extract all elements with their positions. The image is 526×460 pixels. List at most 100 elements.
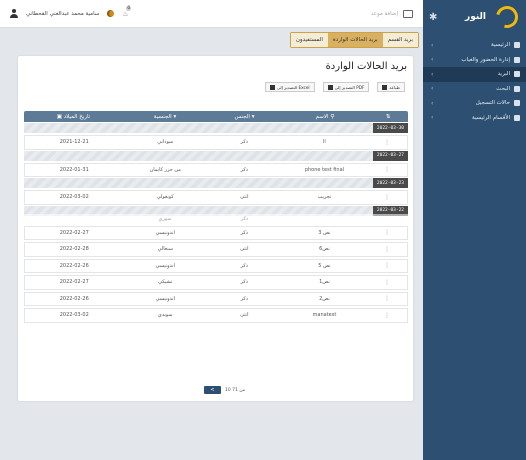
tab-inbox[interactable]: بريد الحالات الواردة [327, 33, 383, 47]
more-options-icon[interactable]: ⋮ [384, 246, 390, 253]
export-excel-label: التصدير إلى Excel [276, 84, 310, 90]
sidebar-item-label: الرئيسية [491, 42, 510, 49]
table-body: 2022-03-30 2021-12-21 سوداني ذكر ll ⋮ 2022-03-… [24, 123, 408, 323]
cell-nationality: كونغولي [156, 194, 174, 201]
table-row[interactable]: 2022-03-02 سويدي أنثى manatest ⋮ [24, 308, 408, 323]
sidebar: ✱ النور ‹ الرئيسية ‹ إدارة الحضور والغياب ‹ ا… [423, 0, 526, 460]
header-nationality-label: الجنسية [153, 113, 172, 120]
cell-nationality: سوري [158, 215, 172, 222]
sidebar-item[interactable]: ‹ إدارة الحضور والغياب [423, 53, 526, 68]
cell-nationality: سويدي [157, 312, 173, 319]
table-row[interactable]: 2021-12-21 سوداني ذكر ll ⋮ [24, 135, 408, 150]
theme-toggle-icon[interactable] [107, 10, 115, 17]
group-date: 2022-03-30 [372, 123, 408, 133]
username[interactable]: سامية محمد عبدالغني القحطاني [26, 11, 99, 17]
table-row[interactable]: 2022-02-27 اندونيسي ذكر نص 3 ⋮ [24, 225, 408, 240]
inbox-card: بريد الحالات الواردة طباعة التصدير إلى P… [18, 56, 413, 401]
group-date: 2022-03-23 [372, 178, 408, 188]
cell-name: نص2 [319, 295, 330, 302]
cell-dob: 2021-12-21 [59, 139, 89, 146]
cell-name: manatest [312, 312, 337, 319]
more-options-icon[interactable]: ⋮ [384, 279, 390, 286]
tab-inbox-label: بريد الحالات الواردة [332, 37, 378, 43]
table-row[interactable]: 2022-01-31 من جزر كايمان ذكر phone test fin… [24, 162, 408, 177]
header-nationality[interactable]: الجنسية ▾ [123, 114, 207, 120]
header-dob[interactable]: ▣ تاريخ الميلاد [24, 114, 123, 120]
menu-item-icon [514, 100, 520, 107]
more-options-icon[interactable]: ⋮ [384, 229, 390, 236]
notification-count: 0 [126, 5, 132, 11]
table-row[interactable]: 2022-02-26 اندونيسي ذكر نص2 ⋮ [24, 291, 408, 306]
cell-sex: ذكر [240, 139, 249, 146]
page-title: بريد الحالات الواردة [325, 61, 407, 72]
sidebar-item-label: البحث [496, 85, 510, 92]
brand: ✱ النور [423, 0, 526, 34]
cell-nationality: سنغالي [157, 246, 173, 253]
sidebar-item-label: الأقسام الرئيسية [472, 114, 510, 121]
menu-icon[interactable]: ✱ [429, 12, 437, 23]
table-row[interactable]: 2022-02-26 اندونيسي ذكر نص 5 ⋮ [24, 258, 408, 273]
menu-item-icon [514, 114, 520, 121]
print-button[interactable]: طباعة [377, 82, 405, 92]
menu-item-icon [514, 42, 520, 49]
tab-beneficiaries[interactable]: المستفيدون [290, 33, 328, 47]
export-pdf-button[interactable]: التصدير إلى PDF [322, 82, 370, 92]
sidebar-item-label: حالات التسجيل [475, 100, 510, 107]
sidebar-item[interactable]: ‹ حالات التسجيل [423, 96, 526, 111]
sidebar-item[interactable]: ‹ الأقسام الرئيسية [423, 111, 526, 126]
tab-beneficiaries-label: المستفيدون [295, 37, 323, 43]
user-icon[interactable] [10, 9, 18, 18]
tab-group: المستفيدون بريد الحالات الواردة بريد الق… [289, 32, 419, 48]
topbar: سامية محمد عبدالغني القحطاني ♨ 0 إضافة مو… [0, 0, 423, 28]
header-dob-label: تاريخ الميلاد [63, 113, 91, 120]
screen-icon[interactable] [403, 9, 413, 18]
chevron-left-icon: ‹ [431, 99, 434, 107]
cell-nationality: اندونيسي [155, 262, 175, 269]
sort-icon: ⇅ [385, 113, 391, 120]
cell-dob: 2022-02-27 [59, 279, 89, 286]
date-group-header: 2022-03-23 [24, 178, 408, 188]
cell-sex: أنثى [240, 246, 249, 253]
toolbar: طباعة التصدير إلى PDF التصدير إلى Excel [264, 82, 405, 92]
more-options-icon[interactable]: ⋮ [384, 139, 390, 146]
more-options-icon[interactable]: ⋮ [384, 262, 390, 269]
pdf-icon [327, 84, 333, 90]
cell-sex: ذكر [240, 229, 249, 236]
date-group-header: 2022-03-27 [24, 150, 408, 161]
sidebar-item-label: إدارة الحضور والغياب [461, 56, 510, 63]
more-options-icon[interactable]: ⋮ [384, 312, 390, 319]
table-row[interactable]: 2022-03-02 كونغولي أنثى تجريب ⋮ [24, 190, 408, 205]
cell-dob: 2022-01-31 [59, 166, 89, 173]
cell-sex: ذكر [240, 215, 249, 222]
export-excel-button[interactable]: التصدير إلى Excel [264, 82, 315, 92]
prev-page-button[interactable]: < [204, 386, 221, 394]
group-date: 2022-03-27 [372, 150, 408, 161]
sidebar-item[interactable]: ‹ الرئيسية [423, 38, 526, 53]
table-row[interactable]: 2022-02-27 تشيكي ذكر نص1 ⋮ [24, 275, 408, 290]
more-options-icon[interactable]: ⋮ [384, 194, 390, 201]
header-sex[interactable]: الجنس ▾ [207, 114, 282, 120]
more-options-icon[interactable]: ⋮ [384, 295, 390, 302]
cell-dob: 2022-03-02 [59, 194, 89, 201]
cell-sex: ذكر [240, 279, 249, 286]
cell-name: نص1 [319, 279, 330, 286]
sidebar-item[interactable]: ‹ البريد [423, 67, 526, 82]
table-row[interactable]: 2022-02-28 سنغالي أنثى نص6 ⋮ [24, 242, 408, 257]
header-sex-label: الجنس [234, 113, 250, 120]
header-name[interactable]: الاسم ⚲ [282, 114, 368, 120]
print-label: طباعة [389, 84, 400, 90]
cell-dob: 2022-03-02 [59, 312, 89, 319]
menu-item-icon [514, 85, 520, 92]
more-options-icon[interactable]: ⋮ [384, 166, 390, 173]
notifications-icon[interactable]: ♨ 0 [122, 5, 132, 18]
cell-name: ll [323, 139, 326, 146]
menu-item-icon [514, 71, 520, 78]
sidebar-item[interactable]: ‹ البحث [423, 82, 526, 97]
cell-nationality: اندونيسي [155, 295, 175, 302]
chevron-left-icon: ‹ [431, 41, 434, 49]
sidebar-nav: ‹ الرئيسية ‹ إدارة الحضور والغياب ‹ البريد ‹ ال… [423, 38, 526, 125]
add-appointment-link[interactable]: إضافة موعد [371, 11, 398, 17]
cell-name: نص 3 [318, 229, 331, 236]
cell-sex: ذكر [240, 295, 249, 302]
tab-dept-mail[interactable]: بريد القسم [382, 33, 418, 47]
